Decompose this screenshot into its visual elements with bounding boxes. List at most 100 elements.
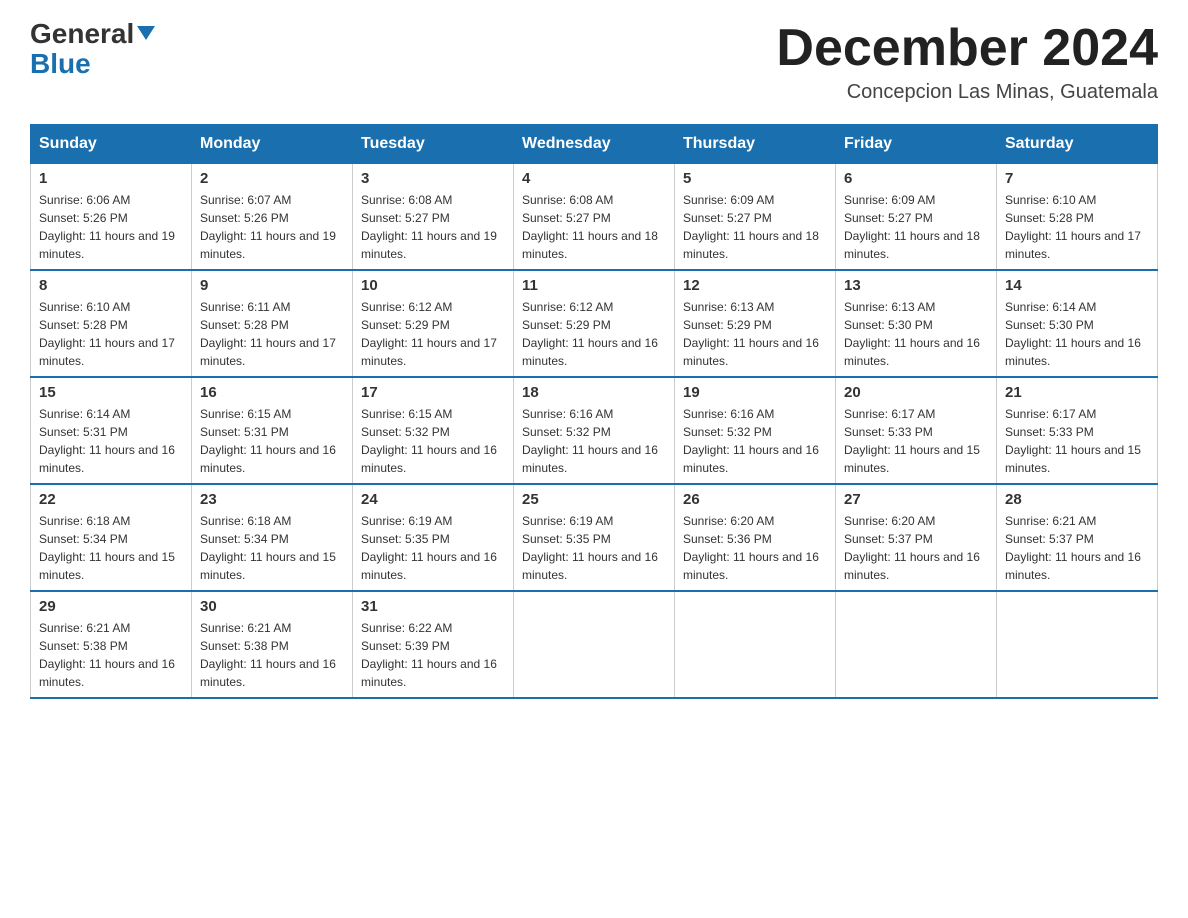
table-row: 10 Sunrise: 6:12 AM Sunset: 5:29 PM Dayl… [353,270,514,377]
day-number: 16 [200,384,344,401]
day-info: Sunrise: 6:06 AM Sunset: 5:26 PM Dayligh… [39,191,183,263]
logo-triangle-icon [137,26,155,40]
table-row: 19 Sunrise: 6:16 AM Sunset: 5:32 PM Dayl… [675,377,836,484]
table-row: 4 Sunrise: 6:08 AM Sunset: 5:27 PM Dayli… [514,164,675,271]
day-info: Sunrise: 6:17 AM Sunset: 5:33 PM Dayligh… [1005,405,1149,477]
day-info: Sunrise: 6:08 AM Sunset: 5:27 PM Dayligh… [361,191,505,263]
col-sunday: Sunday [31,125,192,164]
day-info: Sunrise: 6:14 AM Sunset: 5:31 PM Dayligh… [39,405,183,477]
day-info: Sunrise: 6:19 AM Sunset: 5:35 PM Dayligh… [361,512,505,584]
table-row: 29 Sunrise: 6:21 AM Sunset: 5:38 PM Dayl… [31,591,192,698]
day-info: Sunrise: 6:10 AM Sunset: 5:28 PM Dayligh… [39,298,183,370]
day-number: 29 [39,598,183,615]
day-info: Sunrise: 6:19 AM Sunset: 5:35 PM Dayligh… [522,512,666,584]
calendar-week-row: 22 Sunrise: 6:18 AM Sunset: 5:34 PM Dayl… [31,484,1158,591]
table-row: 30 Sunrise: 6:21 AM Sunset: 5:38 PM Dayl… [192,591,353,698]
day-number: 30 [200,598,344,615]
day-number: 18 [522,384,666,401]
table-row: 24 Sunrise: 6:19 AM Sunset: 5:35 PM Dayl… [353,484,514,591]
calendar-week-row: 15 Sunrise: 6:14 AM Sunset: 5:31 PM Dayl… [31,377,1158,484]
day-number: 11 [522,277,666,294]
logo-blue-text: Blue [30,48,91,80]
table-row: 16 Sunrise: 6:15 AM Sunset: 5:31 PM Dayl… [192,377,353,484]
day-number: 15 [39,384,183,401]
col-wednesday: Wednesday [514,125,675,164]
day-info: Sunrise: 6:20 AM Sunset: 5:37 PM Dayligh… [844,512,988,584]
day-number: 21 [1005,384,1149,401]
day-number: 10 [361,277,505,294]
table-row: 3 Sunrise: 6:08 AM Sunset: 5:27 PM Dayli… [353,164,514,271]
day-number: 2 [200,170,344,187]
day-info: Sunrise: 6:18 AM Sunset: 5:34 PM Dayligh… [200,512,344,584]
day-info: Sunrise: 6:22 AM Sunset: 5:39 PM Dayligh… [361,619,505,691]
table-row: 11 Sunrise: 6:12 AM Sunset: 5:29 PM Dayl… [514,270,675,377]
day-info: Sunrise: 6:09 AM Sunset: 5:27 PM Dayligh… [844,191,988,263]
logo-text: General [30,20,155,48]
day-number: 9 [200,277,344,294]
table-row: 20 Sunrise: 6:17 AM Sunset: 5:33 PM Dayl… [836,377,997,484]
day-number: 12 [683,277,827,294]
table-row: 17 Sunrise: 6:15 AM Sunset: 5:32 PM Dayl… [353,377,514,484]
table-row [675,591,836,698]
day-number: 1 [39,170,183,187]
table-row: 15 Sunrise: 6:14 AM Sunset: 5:31 PM Dayl… [31,377,192,484]
table-row: 18 Sunrise: 6:16 AM Sunset: 5:32 PM Dayl… [514,377,675,484]
subtitle: Concepcion Las Minas, Guatemala [776,81,1158,104]
table-row: 1 Sunrise: 6:06 AM Sunset: 5:26 PM Dayli… [31,164,192,271]
table-row: 22 Sunrise: 6:18 AM Sunset: 5:34 PM Dayl… [31,484,192,591]
col-saturday: Saturday [997,125,1158,164]
day-info: Sunrise: 6:21 AM Sunset: 5:38 PM Dayligh… [200,619,344,691]
month-title: December 2024 [776,20,1158,77]
table-row: 8 Sunrise: 6:10 AM Sunset: 5:28 PM Dayli… [31,270,192,377]
calendar-week-row: 1 Sunrise: 6:06 AM Sunset: 5:26 PM Dayli… [31,164,1158,271]
table-row: 12 Sunrise: 6:13 AM Sunset: 5:29 PM Dayl… [675,270,836,377]
page-header: General Blue December 2024 Concepcion La… [30,20,1158,104]
calendar-week-row: 8 Sunrise: 6:10 AM Sunset: 5:28 PM Dayli… [31,270,1158,377]
day-info: Sunrise: 6:14 AM Sunset: 5:30 PM Dayligh… [1005,298,1149,370]
day-info: Sunrise: 6:13 AM Sunset: 5:29 PM Dayligh… [683,298,827,370]
day-info: Sunrise: 6:15 AM Sunset: 5:31 PM Dayligh… [200,405,344,477]
table-row [997,591,1158,698]
day-number: 23 [200,491,344,508]
day-number: 5 [683,170,827,187]
day-info: Sunrise: 6:12 AM Sunset: 5:29 PM Dayligh… [361,298,505,370]
day-info: Sunrise: 6:08 AM Sunset: 5:27 PM Dayligh… [522,191,666,263]
day-info: Sunrise: 6:10 AM Sunset: 5:28 PM Dayligh… [1005,191,1149,263]
day-number: 20 [844,384,988,401]
day-info: Sunrise: 6:21 AM Sunset: 5:37 PM Dayligh… [1005,512,1149,584]
col-thursday: Thursday [675,125,836,164]
logo: General Blue [30,20,155,80]
day-info: Sunrise: 6:09 AM Sunset: 5:27 PM Dayligh… [683,191,827,263]
col-friday: Friday [836,125,997,164]
table-row: 27 Sunrise: 6:20 AM Sunset: 5:37 PM Dayl… [836,484,997,591]
col-monday: Monday [192,125,353,164]
day-number: 6 [844,170,988,187]
day-info: Sunrise: 6:18 AM Sunset: 5:34 PM Dayligh… [39,512,183,584]
day-number: 28 [1005,491,1149,508]
calendar-table: Sunday Monday Tuesday Wednesday Thursday… [30,124,1158,699]
table-row [836,591,997,698]
table-row: 23 Sunrise: 6:18 AM Sunset: 5:34 PM Dayl… [192,484,353,591]
day-info: Sunrise: 6:15 AM Sunset: 5:32 PM Dayligh… [361,405,505,477]
day-info: Sunrise: 6:20 AM Sunset: 5:36 PM Dayligh… [683,512,827,584]
day-info: Sunrise: 6:16 AM Sunset: 5:32 PM Dayligh… [522,405,666,477]
day-info: Sunrise: 6:17 AM Sunset: 5:33 PM Dayligh… [844,405,988,477]
table-row: 25 Sunrise: 6:19 AM Sunset: 5:35 PM Dayl… [514,484,675,591]
table-row: 26 Sunrise: 6:20 AM Sunset: 5:36 PM Dayl… [675,484,836,591]
day-number: 8 [39,277,183,294]
day-number: 3 [361,170,505,187]
table-row [514,591,675,698]
table-row: 9 Sunrise: 6:11 AM Sunset: 5:28 PM Dayli… [192,270,353,377]
table-row: 31 Sunrise: 6:22 AM Sunset: 5:39 PM Dayl… [353,591,514,698]
day-number: 7 [1005,170,1149,187]
table-row: 13 Sunrise: 6:13 AM Sunset: 5:30 PM Dayl… [836,270,997,377]
table-row: 6 Sunrise: 6:09 AM Sunset: 5:27 PM Dayli… [836,164,997,271]
day-number: 26 [683,491,827,508]
day-number: 17 [361,384,505,401]
day-info: Sunrise: 6:16 AM Sunset: 5:32 PM Dayligh… [683,405,827,477]
table-row: 2 Sunrise: 6:07 AM Sunset: 5:26 PM Dayli… [192,164,353,271]
day-info: Sunrise: 6:12 AM Sunset: 5:29 PM Dayligh… [522,298,666,370]
calendar-header-row: Sunday Monday Tuesday Wednesday Thursday… [31,125,1158,164]
table-row: 5 Sunrise: 6:09 AM Sunset: 5:27 PM Dayli… [675,164,836,271]
day-number: 13 [844,277,988,294]
